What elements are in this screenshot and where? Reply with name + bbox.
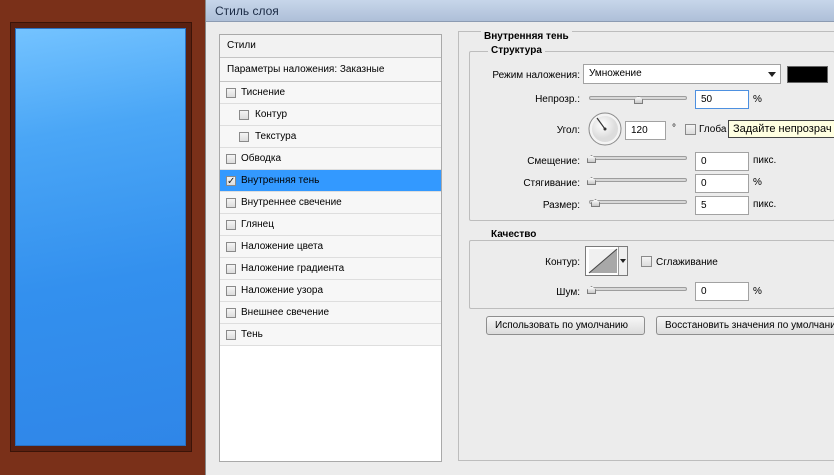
quality-title: Качество (488, 229, 540, 240)
distance-unit: пикс. (753, 155, 777, 166)
noise-slider-track[interactable] (589, 287, 687, 291)
size-slider-track[interactable] (589, 200, 687, 204)
noise-input[interactable]: 0 (695, 282, 749, 301)
style-checkbox[interactable] (226, 242, 236, 252)
styles-header[interactable]: Стили (220, 35, 441, 58)
style-checkbox[interactable] (226, 330, 236, 340)
style-item-label: Наложение градиента (241, 263, 345, 274)
contour-picker[interactable] (585, 246, 628, 276)
choke-unit: % (753, 177, 762, 188)
style-item-label: Обводка (241, 153, 282, 164)
global-light-checkbox[interactable] (685, 124, 696, 135)
window-title: Стиль слоя (215, 4, 279, 18)
style-item[interactable]: Внешнее свечение (220, 302, 441, 324)
opacity-unit: % (753, 94, 762, 105)
noise-unit: % (753, 286, 762, 297)
layer-preview (15, 28, 186, 446)
shadow-color-swatch[interactable] (787, 66, 828, 83)
style-checkbox[interactable] (226, 171, 236, 193)
style-item[interactable]: Тень (220, 324, 441, 346)
global-light-label: Глоба (699, 124, 727, 135)
distance-slider-track[interactable] (589, 156, 687, 160)
contour-curve-icon (588, 248, 618, 274)
style-checkbox[interactable] (239, 110, 249, 120)
choke-input[interactable]: 0 (695, 174, 749, 193)
style-checkbox[interactable] (239, 132, 249, 142)
angle-dial-icon[interactable] (587, 111, 623, 147)
contour-label: Контур: (545, 257, 580, 268)
style-items: Тиснение Контур Текстура Обводка Внутренняя … (220, 82, 441, 346)
style-item-label: Внутренняя тень (241, 175, 320, 186)
angle-label: Угол: (556, 125, 580, 136)
chevron-down-icon (768, 72, 776, 77)
style-checkbox[interactable] (226, 286, 236, 296)
choke-label: Стягивание: (523, 178, 580, 189)
style-item[interactable]: Тиснение (220, 82, 441, 104)
style-item[interactable]: Контур (220, 104, 441, 126)
style-item-label: Наложение цвета (241, 241, 324, 252)
reset-default-button[interactable]: Восстановить значения по умолчанию (656, 316, 834, 335)
style-item[interactable]: Наложение цвета (220, 236, 441, 258)
angle-input[interactable]: 120 (625, 121, 666, 140)
antialias-label: Сглаживание (656, 257, 718, 268)
style-checkbox[interactable] (226, 198, 236, 208)
choke-slider-track[interactable] (589, 178, 687, 182)
style-item-label: Внутреннее свечение (241, 197, 342, 208)
chevron-down-icon (620, 259, 626, 263)
size-unit: пикс. (753, 199, 777, 210)
structure-title: Структура (488, 45, 545, 56)
blend-mode-value: Умножение (589, 68, 642, 79)
make-default-button[interactable]: Использовать по умолчанию (486, 316, 645, 335)
opacity-label: Непрозр.: (535, 94, 580, 105)
style-item-label: Внешнее свечение (241, 307, 330, 318)
distance-input[interactable]: 0 (695, 152, 749, 171)
inner-shadow-settings: Внутренняя тень Структура Режим наложени… (458, 31, 834, 461)
style-item-label: Тень (241, 329, 263, 340)
size-input[interactable]: 5 (695, 196, 749, 215)
canvas-frame (0, 0, 205, 475)
blending-options-item[interactable]: Параметры наложения: Заказные (220, 58, 441, 82)
angle-unit: ° (672, 123, 676, 134)
style-item[interactable]: Глянец (220, 214, 441, 236)
style-item[interactable]: Внутренняя тень (220, 170, 441, 193)
style-checkbox[interactable] (226, 154, 236, 164)
opacity-input[interactable]: 50 (695, 90, 749, 109)
title-bar[interactable]: Стиль слоя (206, 0, 834, 22)
style-checkbox[interactable] (226, 308, 236, 318)
style-checkbox[interactable] (226, 264, 236, 274)
blend-mode-label: Режим наложения: (492, 70, 580, 81)
style-item[interactable]: Внутреннее свечение (220, 192, 441, 214)
contour-dropdown[interactable] (618, 247, 627, 275)
size-label: Размер: (542, 200, 580, 211)
distance-label: Смещение: (527, 156, 580, 167)
style-item-label: Наложение узора (241, 285, 324, 296)
style-item-label: Контур (255, 109, 288, 120)
style-item-label: Тиснение (241, 87, 286, 98)
style-checkbox[interactable] (226, 220, 236, 230)
opacity-tooltip: Задайте непрозрач (728, 120, 834, 138)
noise-label: Шум: (556, 287, 580, 298)
style-item[interactable]: Текстура (220, 126, 441, 148)
style-item[interactable]: Обводка (220, 148, 441, 170)
style-item[interactable]: Наложение градиента (220, 258, 441, 280)
style-item-label: Глянец (241, 219, 274, 230)
style-item-label: Текстура (255, 131, 297, 142)
layer-style-dialog: Стиль слоя Стили Параметры наложения: За… (205, 0, 834, 475)
quality-group (469, 240, 834, 309)
style-checkbox[interactable] (226, 88, 236, 98)
style-item[interactable]: Наложение узора (220, 280, 441, 302)
inner-shadow-title: Внутренняя тень (481, 31, 572, 42)
blend-mode-select[interactable]: Умножение (583, 64, 781, 84)
antialias-checkbox[interactable] (641, 256, 652, 267)
styles-list: Стили Параметры наложения: Заказные Тисн… (219, 34, 442, 462)
